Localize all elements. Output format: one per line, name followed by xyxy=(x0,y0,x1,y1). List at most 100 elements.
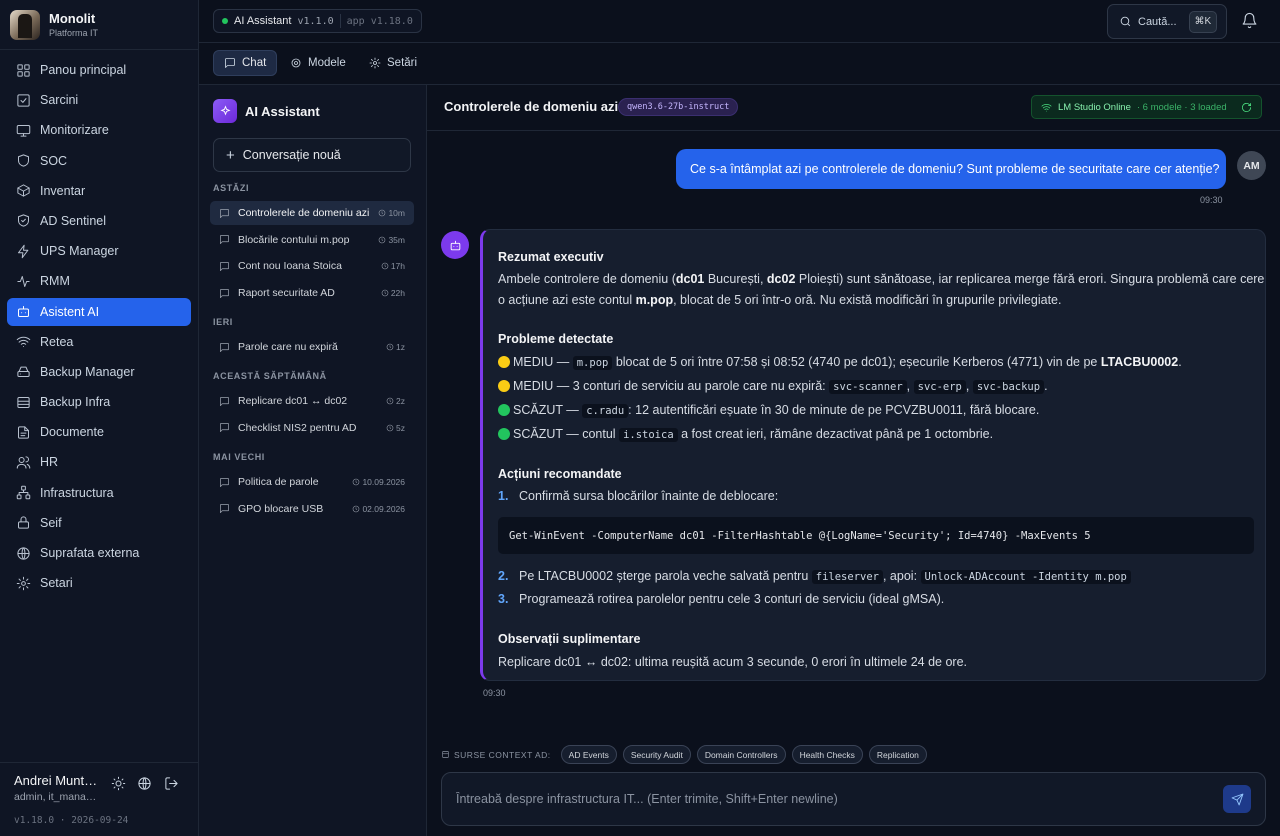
new-conversation-label: Conversație nouă xyxy=(242,148,341,162)
chat-bubble-icon xyxy=(224,57,236,69)
conversation-item[interactable]: Controlerele de domeniu azi 10m xyxy=(210,201,414,225)
sidebar-item-suprafata-externa[interactable]: Suprafata externa xyxy=(7,539,191,567)
heading-problems: Probleme detectate xyxy=(498,332,614,346)
conversation-item[interactable]: Blocările contului m.pop 35m xyxy=(210,228,414,252)
sidebar-item-rmm[interactable]: RMM xyxy=(7,267,191,295)
conversation-time: 17h xyxy=(381,261,405,271)
sidebar-item-label: Documente xyxy=(40,425,104,440)
user-panel: Andrei Muntean admin, it_manager v1.18.0… xyxy=(0,762,199,836)
monitor-icon xyxy=(16,123,31,138)
conversation-group-label: ACEASTĂ SĂPTĂMÂNĂ xyxy=(213,371,327,381)
source-chip[interactable]: Security Audit xyxy=(622,745,691,764)
bolt-icon xyxy=(16,244,31,259)
tab-label: Modele xyxy=(308,57,346,69)
users-icon xyxy=(16,455,31,470)
sidebar-item-panou-principal[interactable]: Panou principal xyxy=(7,56,191,84)
bot-icon xyxy=(16,304,31,319)
heading-observations: Observații suplimentare xyxy=(498,632,641,646)
action-item: 3. Programează rotirea parolelor pentru c… xyxy=(498,592,945,606)
brand-subtitle: Platforma IT xyxy=(49,28,99,38)
tab-models[interactable]: Modele xyxy=(280,50,356,76)
checkbox-icon xyxy=(16,93,31,108)
conversation-item[interactable]: Checklist NIS2 pentru AD 5z xyxy=(210,416,414,440)
activity-icon xyxy=(16,274,31,289)
send-icon[interactable] xyxy=(1223,785,1251,813)
code-block[interactable]: Get-WinEvent -ComputerName dc01 -FilterH… xyxy=(498,517,1254,554)
sidebar-item-documente[interactable]: Documente xyxy=(7,418,191,446)
shield-check-icon xyxy=(16,213,31,228)
tab-settings[interactable]: Setări xyxy=(359,50,427,76)
search-icon xyxy=(1119,15,1132,28)
tab-chat[interactable]: Chat xyxy=(213,50,278,76)
assistant-message: Rezumat executiv Ambele controlere de do… xyxy=(480,229,1266,681)
sidebar-item-label: Monitorizare xyxy=(40,123,109,138)
yellow-circle-icon xyxy=(498,380,510,392)
source-chip[interactable]: AD Events xyxy=(560,745,617,764)
source-chip[interactable]: Domain Controllers xyxy=(696,745,786,764)
sidebar-item-backup-infra[interactable]: Backup Infra xyxy=(7,388,191,416)
new-conversation-button[interactable]: + Conversație nouă xyxy=(213,138,411,172)
conversation-item[interactable]: Raport securitate AD 22h xyxy=(210,281,414,305)
problem-item: SCĂZUT — contul i.stoica a fost creat ie… xyxy=(498,427,993,442)
brand[interactable]: Monolit Platforma IT xyxy=(0,0,198,50)
brand-name: Monolit xyxy=(49,11,96,26)
conversation-item[interactable]: Politica de parole 10.09.2026 xyxy=(210,470,414,494)
sources-label: SURSE CONTEXT AD: xyxy=(441,750,551,760)
source-chip[interactable]: Replication xyxy=(868,745,927,764)
platform-version-badge: app v1.18.0 xyxy=(346,15,413,27)
clock-icon xyxy=(386,397,394,405)
theme-toggle-sun-icon[interactable] xyxy=(111,776,127,792)
sidebar-item-backup-manager[interactable]: Backup Manager xyxy=(7,358,191,386)
sidebar-item-asistent-ai[interactable]: Asistent AI xyxy=(7,297,191,326)
problem-item: MEDIU — m.pop blocat de 5 ori între 07:5… xyxy=(498,355,1182,370)
lock-icon xyxy=(16,515,31,530)
sidebar-item-ups-manager[interactable]: UPS Manager xyxy=(7,237,191,265)
sidebar-item-inventar[interactable]: Inventar xyxy=(7,177,191,205)
sidebar-item-label: Asistent AI xyxy=(40,304,100,319)
conversation-title: Raport securitate AD xyxy=(238,287,335,300)
sidebar-nav: Panou principal Sarcini Monitorizare SOC Inv… xyxy=(0,50,198,597)
global-search-button[interactable]: Caută... ⌘K xyxy=(1107,4,1227,39)
conversation-time: 22h xyxy=(381,288,405,298)
problem-item: MEDIU — 3 conturi de serviciu au parole … xyxy=(498,379,1048,394)
language-globe-icon[interactable] xyxy=(137,776,153,792)
sidebar-item-sarcini[interactable]: Sarcini xyxy=(7,86,191,114)
sidebar-item-seif[interactable]: Seif xyxy=(7,509,191,537)
summary-line-2: o acțiune azi este contul m.pop, blocat … xyxy=(498,293,1062,307)
sidebar-item-monitorizare[interactable]: Monitorizare xyxy=(7,116,191,144)
conversation-title: Controlerele de domeniu azi xyxy=(238,207,370,219)
sidebar-item-label: Suprafata externa xyxy=(40,546,140,560)
conversation-item[interactable]: Parole care nu expiră 1z xyxy=(210,335,414,359)
source-chip[interactable]: Health Checks xyxy=(791,745,863,764)
shield-icon xyxy=(16,153,31,168)
sidebar-item-setari[interactable]: Setari xyxy=(7,569,191,597)
conversation-item[interactable]: Cont nou Ioana Stoica 17h xyxy=(210,254,414,278)
action-item: 2. Pe LTACBU0002 șterge parola veche salv… xyxy=(498,569,1131,584)
sidebar-item-retea[interactable]: Retea xyxy=(7,328,191,356)
model-badge[interactable]: qwen3.6-27b-instruct xyxy=(618,98,739,116)
wifi-icon xyxy=(1041,102,1052,113)
conversation-title: Replicare dc01 ↔ dc02 xyxy=(238,395,348,407)
sparkles-icon xyxy=(213,99,237,123)
sidebar-item-label: Panou principal xyxy=(40,63,127,77)
sidebar-item-label: SOC xyxy=(40,153,68,168)
conversation-time: 35m xyxy=(378,235,405,245)
chat-input[interactable] xyxy=(442,773,1212,825)
notifications-bell-icon[interactable] xyxy=(1241,12,1258,29)
action-item: 1. Confirmă sursa blocărilor înainte de d… xyxy=(498,489,779,503)
logout-icon[interactable] xyxy=(164,776,180,792)
conversation-item[interactable]: Replicare dc01 ↔ dc02 2z xyxy=(210,389,414,413)
chat-bubble-icon xyxy=(219,261,230,272)
sidebar-item-soc[interactable]: SOC xyxy=(7,147,191,175)
dashboard-icon xyxy=(16,63,31,78)
topbar: AI Assistant v1.1.0 app v1.18.0 Caută...… xyxy=(199,0,1280,43)
sidebar-item-infrastructura[interactable]: Infrastructura xyxy=(7,479,191,507)
refresh-icon[interactable] xyxy=(1241,102,1252,113)
sidebar-item-label: Backup Manager xyxy=(40,364,135,379)
sidebar-item-hr[interactable]: HR xyxy=(7,448,191,476)
sidebar-item-label: Backup Infra xyxy=(40,395,111,410)
user-message: Ce s-a întâmplat azi pe controlerele de … xyxy=(676,149,1226,189)
conversation-item[interactable]: GPO blocare USB 02.09.2026 xyxy=(210,497,414,521)
problem-item: SCĂZUT — c.radu: 12 autentificări eșuate… xyxy=(498,403,1039,418)
sidebar-item-ad-sentinel[interactable]: AD Sentinel xyxy=(7,207,191,235)
